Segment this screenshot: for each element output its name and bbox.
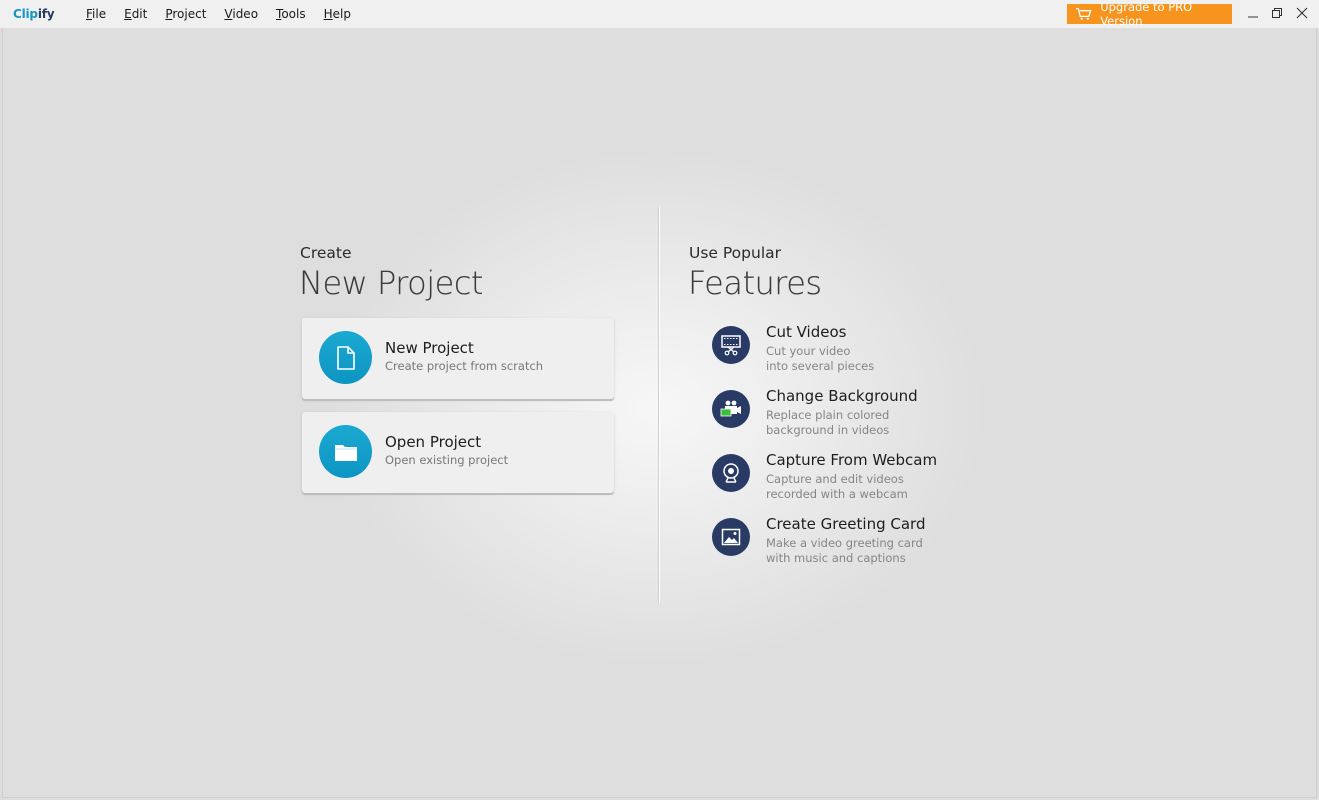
features-label: Use Popular: [689, 244, 782, 262]
menu-file[interactable]: File: [86, 7, 106, 21]
feature-description: Cut your video into several pieces: [766, 344, 875, 373]
new-project-subtitle: Create project from scratch: [385, 359, 544, 373]
feature-cut-videos[interactable]: Cut Videos Cut your video into several pi…: [712, 323, 972, 382]
feature-title: Capture From Webcam: [766, 451, 938, 469]
start-page: Create New Project New Project Create pr…: [2, 28, 1317, 798]
column-divider: [658, 207, 660, 603]
menu-video[interactable]: Video: [224, 7, 258, 21]
app-logo: Clipify: [13, 7, 55, 21]
feature-change-background[interactable]: Change Background Replace plain colored b…: [712, 387, 972, 446]
feature-title: Cut Videos: [766, 323, 847, 341]
cart-icon: [1075, 8, 1092, 20]
open-project-icon-circle: [319, 425, 372, 478]
open-project-card[interactable]: Open Project Open existing project: [302, 412, 614, 493]
feature-title: Create Greeting Card: [766, 515, 926, 533]
chroma-camera-icon: [720, 400, 741, 417]
folder-icon: [334, 444, 357, 461]
menu-tools[interactable]: Tools: [276, 7, 306, 21]
open-project-subtitle: Open existing project: [385, 453, 509, 467]
features-heading: Features: [688, 264, 822, 302]
feature-capture-webcam[interactable]: Capture From Webcam Capture and edit vid…: [712, 451, 972, 510]
film-scissors-icon: [721, 335, 741, 356]
restore-icon[interactable]: [1269, 5, 1285, 21]
menu-help[interactable]: Help: [324, 7, 351, 21]
menu-edit[interactable]: Edit: [124, 7, 147, 21]
menu-bar: File Edit Project Video Tools Help: [86, 7, 369, 21]
feature-description: Make a video greeting card with music and…: [766, 536, 923, 565]
menu-project[interactable]: Project: [165, 7, 206, 21]
feature-greeting-card[interactable]: Create Greeting Card Make a video greeti…: [712, 515, 972, 574]
upgrade-pro-button[interactable]: Upgrade to PRO Version: [1067, 0, 1232, 28]
create-label: Create: [300, 244, 352, 262]
image-icon: [721, 528, 741, 546]
open-project-title: Open Project: [385, 433, 482, 451]
feature-description: Replace plain colored background in video…: [766, 408, 890, 437]
new-project-icon-circle: [319, 331, 372, 384]
close-icon[interactable]: [1294, 5, 1310, 21]
new-project-title: New Project: [385, 339, 474, 357]
create-heading: New Project: [299, 264, 484, 302]
document-icon: [336, 345, 355, 370]
title-bar: Clipify File Edit Project Video Tools He…: [0, 0, 1319, 28]
webcam-icon: [723, 463, 739, 483]
feature-title: Change Background: [766, 387, 918, 405]
feature-description: Capture and edit videos recorded with a w…: [766, 472, 908, 501]
minimize-icon[interactable]: [1245, 5, 1261, 21]
new-project-card[interactable]: New Project Create project from scratch: [302, 318, 614, 399]
